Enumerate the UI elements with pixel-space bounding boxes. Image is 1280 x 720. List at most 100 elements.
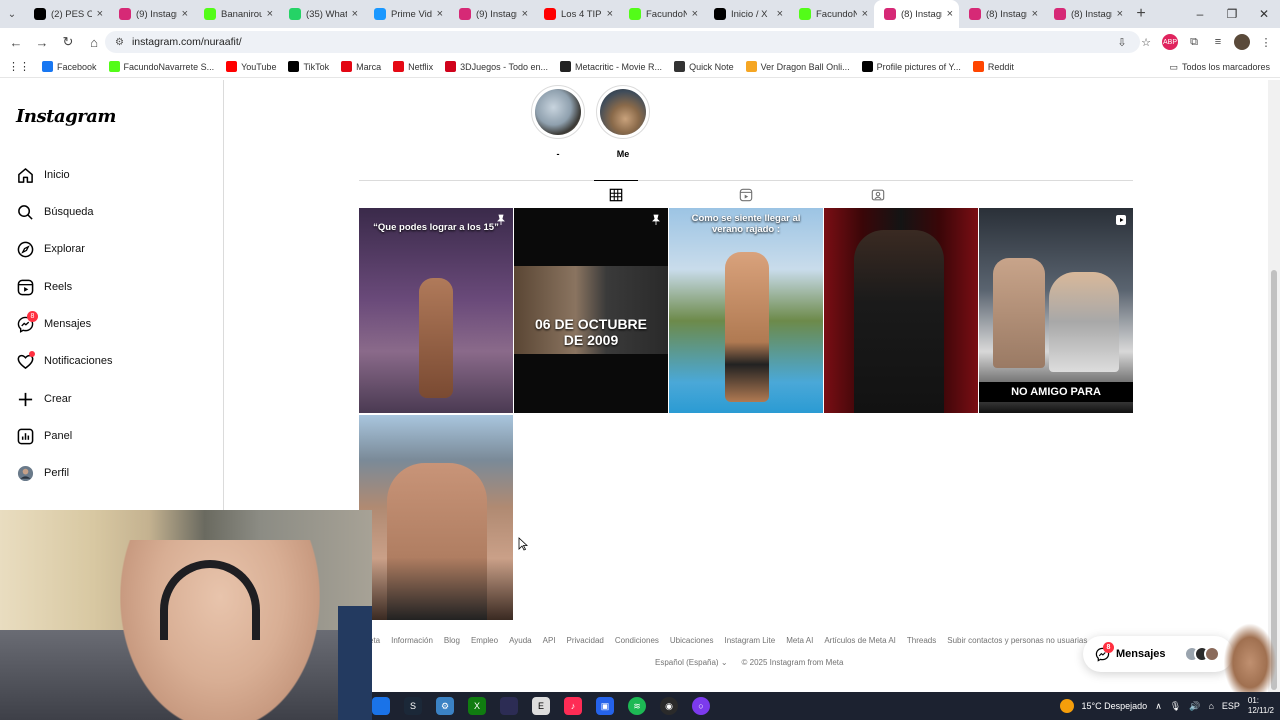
browser-tab[interactable]: Prime Vide × [364,0,449,28]
tab-close-icon[interactable]: × [692,8,698,20]
volume-icon[interactable]: 🔊 [1189,701,1200,712]
tab-close-icon[interactable]: × [352,8,358,20]
bookmark-item[interactable]: Reddit [972,61,1014,72]
tab-close-icon[interactable]: × [607,8,613,20]
browser-tab[interactable]: Los 4 TIPO × [534,0,619,28]
bookmark-star-icon[interactable]: ☆ [1138,34,1154,50]
browser-tab[interactable]: (8) Instagr × [874,0,959,28]
sidebar-item-panel[interactable]: Panel [16,427,72,445]
new-tab-icon[interactable]: + [1129,5,1153,23]
clock[interactable]: 01: 12/11/2 [1248,696,1274,716]
highlight-1[interactable]: - [531,85,585,159]
footer-link[interactable]: API [543,636,556,645]
bookmark-item[interactable]: 3DJuegos - Todo en... [445,61,548,72]
bookmark-item[interactable]: Netflix [393,61,433,72]
post-tile[interactable] [824,208,978,413]
post-tile[interactable]: Como se siente llegar al verano rajado : [669,208,823,413]
weather-text[interactable]: 15°C Despejado [1082,701,1148,711]
sidebar-item-bsqueda[interactable]: Búsqueda [16,203,94,221]
footer-link[interactable]: Ubicaciones [670,636,714,645]
tab-reels[interactable] [724,181,768,209]
minimize-icon[interactable]: – [1184,0,1216,28]
tab-close-icon[interactable]: × [267,8,273,20]
steam-icon[interactable]: S [404,697,422,715]
sidebar-item-mensajes[interactable]: 8 Mensajes [16,311,91,333]
footer-link[interactable]: Ayuda [509,636,532,645]
back-icon[interactable]: ← [4,35,28,50]
menu-dots-icon[interactable]: ⋮ [1258,34,1274,50]
highlight-2[interactable]: Me [596,85,650,159]
media-icon[interactable]: ≡ [1210,34,1226,50]
tab-close-icon[interactable]: × [522,8,528,20]
monitor-app-icon[interactable]: ▣ [596,697,614,715]
footer-link[interactable]: Información [391,636,433,645]
forward-icon[interactable]: → [30,35,54,50]
tab-close-icon[interactable]: × [777,8,783,20]
browser-tab[interactable]: Bananirou × [194,0,279,28]
post-tile[interactable]: NO AMIGO PARA [979,208,1133,413]
instagram-logo[interactable]: Instagram [16,106,116,127]
obs-icon[interactable]: ◉ [660,697,678,715]
adblock-icon[interactable]: ABP [1162,34,1178,50]
bookmark-item[interactable]: Quick Note [674,61,734,72]
tab-posts-grid[interactable] [594,180,638,208]
bookmark-item[interactable]: TikTok [288,61,329,72]
tab-close-icon[interactable]: × [1117,8,1123,20]
tab-close-icon[interactable]: × [182,8,188,20]
browser-tab[interactable]: (35) Whats × [279,0,364,28]
footer-link[interactable]: Subir contactos y personas no usuarias [947,636,1087,645]
footer-link[interactable]: Privacidad [567,636,604,645]
tab-tagged[interactable] [856,181,900,209]
footer-link[interactable]: Empleo [471,636,498,645]
site-info-icon[interactable]: ⚙ [115,37,124,48]
sidebar-item-explorar[interactable]: Explorar [16,240,85,258]
bookmark-item[interactable]: FacundoNavarrete S... [108,61,214,72]
browser-tab[interactable]: (2) PES Ou × [24,0,109,28]
sidebar-item-notificaciones[interactable]: Notificaciones [16,351,112,370]
extensions-icon[interactable]: ⧉ [1186,34,1202,50]
chrome-app-icon[interactable]: ○ [692,697,710,715]
post-tile[interactable]: 06 DE OCTUBRE DE 2009 [514,208,668,413]
bookmark-item[interactable]: YouTube [226,61,276,72]
spotify-icon[interactable]: ≋ [628,697,646,715]
bookmark-item[interactable]: Profile pictures of Y... [861,61,961,72]
sidebar-item-reels[interactable]: Reels [16,278,72,296]
address-bar[interactable]: ⚙ instagram.com/nuraafit/ [105,31,1140,53]
browser-tab[interactable]: FacundoN × [619,0,704,28]
home-browser-icon[interactable]: ⌂ [82,35,106,50]
restore-icon[interactable]: ❐ [1216,0,1248,28]
tab-search-icon[interactable]: ⌄ [0,9,24,20]
tab-close-icon[interactable]: × [862,8,868,20]
apps-grid-icon[interactable]: ⋮⋮ [8,60,30,73]
browser-tab[interactable]: (9) Instagr × [449,0,534,28]
language-select[interactable]: Español (España) ⌄ [655,658,728,667]
sidebar-item-inicio[interactable]: Inicio [16,166,70,184]
footer-link[interactable]: Threads [907,636,936,645]
tray-chevron-icon[interactable]: ∧ [1155,701,1162,712]
settings-app-icon[interactable]: ⚙ [436,697,454,715]
app-icon[interactable] [500,697,518,715]
browser-tab[interactable]: FacundoN × [789,0,874,28]
install-icon[interactable]: ⇩ [1114,34,1130,50]
sidebar-item-perfil[interactable]: Perfil [16,464,69,482]
bookmark-item[interactable]: Facebook [42,61,97,72]
profile-avatar-icon[interactable] [1234,34,1250,50]
mic-icon[interactable]: 🎙 [1170,701,1181,712]
bookmark-item[interactable]: Metacritic - Movie R... [560,61,662,72]
all-bookmarks[interactable]: ▭ Todos los marcadores [1169,56,1270,78]
bookmark-item[interactable]: Marca [341,61,381,72]
tab-close-icon[interactable]: × [947,8,953,20]
weather-icon[interactable] [1059,699,1074,713]
post-tile[interactable]: “Que podes lograr a los 15” [359,208,513,413]
tab-close-icon[interactable]: × [97,8,103,20]
bookmark-item[interactable]: Ver Dragon Ball Onli... [745,61,850,72]
browser-tab[interactable]: (8) Instagr × [1044,0,1129,28]
xbox-icon[interactable]: X [468,697,486,715]
lock-icon[interactable]: ⌂ [1208,701,1213,711]
edge-icon[interactable] [372,697,390,715]
close-window-icon[interactable]: ✕ [1248,0,1280,28]
epic-icon[interactable]: E [532,697,550,715]
reload-icon[interactable]: ↻ [56,34,80,50]
sidebar-item-crear[interactable]: Crear [16,390,72,408]
footer-link[interactable]: Artículos de Meta AI [824,636,896,645]
